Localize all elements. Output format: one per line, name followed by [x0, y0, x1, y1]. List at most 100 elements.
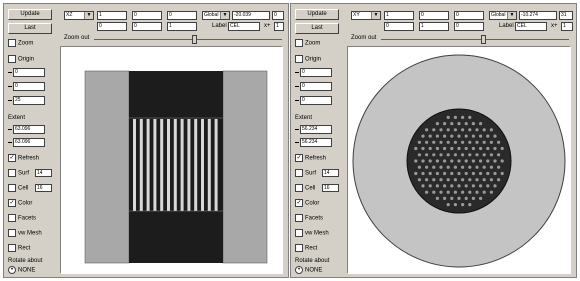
row2-field-3[interactable]: 0	[454, 22, 484, 31]
refresh-checkbox[interactable]: ✓ Refresh	[8, 154, 39, 163]
origin-checkbox[interactable]: Origin	[295, 55, 321, 64]
row2-field-1[interactable]: 0	[384, 22, 414, 31]
global-value-field[interactable]: -10.274	[519, 11, 557, 20]
surf-field[interactable]: 14	[35, 169, 52, 177]
checkbox-checked[interactable]: ✓	[295, 199, 303, 207]
rod-hole	[450, 146, 454, 151]
vw-mesh-checkbox[interactable]: vw Mesh	[295, 229, 329, 238]
checkbox-box[interactable]	[8, 184, 16, 192]
surf-checkbox[interactable]: Surf	[8, 169, 29, 178]
origin-checkbox[interactable]: Origin	[8, 55, 34, 64]
global-select[interactable]: Global ▼	[489, 11, 517, 20]
checkbox-box[interactable]	[295, 244, 303, 252]
zoom-out-label: Zoom out	[351, 35, 377, 41]
row2-field-1[interactable]: 0	[97, 22, 127, 31]
cell-field[interactable]: 16	[35, 184, 52, 192]
radio-selected[interactable]: •	[295, 266, 303, 274]
zoom-slider-track[interactable]	[94, 39, 282, 40]
update-button[interactable]: Update	[295, 9, 339, 20]
label-field[interactable]: CEL	[228, 22, 260, 31]
rod-hole	[493, 159, 497, 163]
rod-hole	[453, 203, 457, 207]
rod-hole	[497, 165, 501, 169]
zoom-checkbox[interactable]: Zoom	[8, 39, 33, 48]
global-value2-field[interactable]: 0	[272, 11, 284, 20]
row2-field-3[interactable]: 1	[167, 22, 197, 31]
chevron-down-icon: ▼	[507, 12, 516, 19]
row2-field-2[interactable]: 1	[419, 22, 449, 31]
checkbox-box[interactable]	[8, 229, 16, 237]
last-button[interactable]: Last	[8, 23, 52, 34]
radio-selected[interactable]: •	[8, 266, 16, 274]
zoom-slider-thumb[interactable]	[192, 35, 197, 44]
row1-field-3[interactable]: 0	[167, 11, 197, 20]
last-button[interactable]: Last	[295, 23, 339, 34]
cell-checkbox[interactable]: Cell	[8, 184, 28, 193]
facets-checkbox[interactable]: Facets	[295, 214, 323, 223]
facets-checkbox[interactable]: Facets	[8, 214, 36, 223]
checkbox-box[interactable]	[8, 169, 16, 177]
cell-checkbox[interactable]: Cell	[295, 184, 315, 193]
surf-checkbox[interactable]: Surf	[295, 169, 316, 178]
checkbox-checked[interactable]: ✓	[295, 154, 303, 162]
rect-checkbox[interactable]: Rect	[295, 244, 317, 253]
update-button[interactable]: Update	[8, 9, 52, 20]
extent-h-field[interactable]: 56.234	[300, 125, 332, 134]
row2-field-2[interactable]: 0	[132, 22, 162, 31]
vw-mesh-label: vw Mesh	[18, 230, 42, 237]
zoom-slider-thumb[interactable]	[481, 35, 486, 44]
none-radio[interactable]: • NONE	[8, 266, 35, 275]
row1-field-1[interactable]: 1	[97, 11, 127, 20]
color-checkbox[interactable]: ✓ Color	[295, 199, 319, 208]
row1-field-2[interactable]: 0	[132, 11, 162, 20]
origin-x-field[interactable]: 0	[300, 68, 332, 77]
vw-mesh-checkbox[interactable]: vw Mesh	[8, 229, 42, 238]
origin-z-field[interactable]: 25	[13, 96, 45, 105]
xs-field[interactable]: 1	[561, 22, 573, 31]
row1-field-3[interactable]: 0	[454, 11, 484, 20]
checkbox-box[interactable]	[8, 244, 16, 252]
origin-y-field[interactable]: 0	[300, 82, 332, 91]
label-field[interactable]: CEL	[515, 22, 547, 31]
global-value2-field[interactable]: 31	[559, 11, 573, 20]
checkbox-box[interactable]	[295, 55, 303, 63]
extent-v-field[interactable]: 56.234	[300, 138, 332, 147]
refresh-label: Refresh	[305, 155, 327, 162]
color-checkbox[interactable]: ✓ Color	[8, 199, 32, 208]
checkbox-box[interactable]	[8, 39, 16, 47]
zoom-slider-track[interactable]	[381, 39, 569, 40]
refresh-checkbox[interactable]: ✓ Refresh	[295, 154, 326, 163]
extent-h-field[interactable]: 63.096	[13, 125, 45, 134]
rod-hole	[435, 184, 439, 188]
checkbox-checked[interactable]: ✓	[8, 154, 16, 162]
xs-field[interactable]: 1	[274, 22, 284, 31]
checkbox-box[interactable]	[295, 214, 303, 222]
axis-select[interactable]: XY ▼	[351, 11, 381, 20]
checkbox-box[interactable]	[295, 184, 303, 192]
xs-label: x+	[551, 23, 558, 29]
zoom-checkbox[interactable]: Zoom	[295, 39, 320, 48]
extent-v-field[interactable]: 63.096	[13, 138, 45, 147]
checkbox-box[interactable]	[8, 214, 16, 222]
global-select[interactable]: Global ▼	[202, 11, 230, 20]
cell-label: Cell	[18, 185, 29, 192]
global-value-field[interactable]: -20.039	[232, 11, 270, 20]
rod-hole	[461, 203, 465, 207]
row1-field-2[interactable]: 0	[419, 11, 449, 20]
checkbox-box[interactable]	[295, 229, 303, 237]
axis-select[interactable]: XZ ▼	[64, 11, 94, 20]
cell-field[interactable]: 16	[322, 184, 339, 192]
rod-hole	[482, 178, 486, 182]
rect-checkbox[interactable]: Rect	[8, 244, 30, 253]
rod-hole	[439, 140, 443, 144]
surf-field[interactable]: 14	[322, 169, 339, 177]
origin-x-field[interactable]: 0	[13, 68, 45, 77]
checkbox-box[interactable]	[295, 169, 303, 177]
checkbox-box[interactable]	[295, 39, 303, 47]
none-radio[interactable]: • NONE	[295, 266, 322, 275]
checkbox-checked[interactable]: ✓	[8, 199, 16, 207]
checkbox-box[interactable]	[8, 55, 16, 63]
row1-field-1[interactable]: 1	[384, 11, 414, 20]
origin-z-field[interactable]: 0	[300, 96, 332, 105]
origin-y-field[interactable]: 0	[13, 82, 45, 91]
